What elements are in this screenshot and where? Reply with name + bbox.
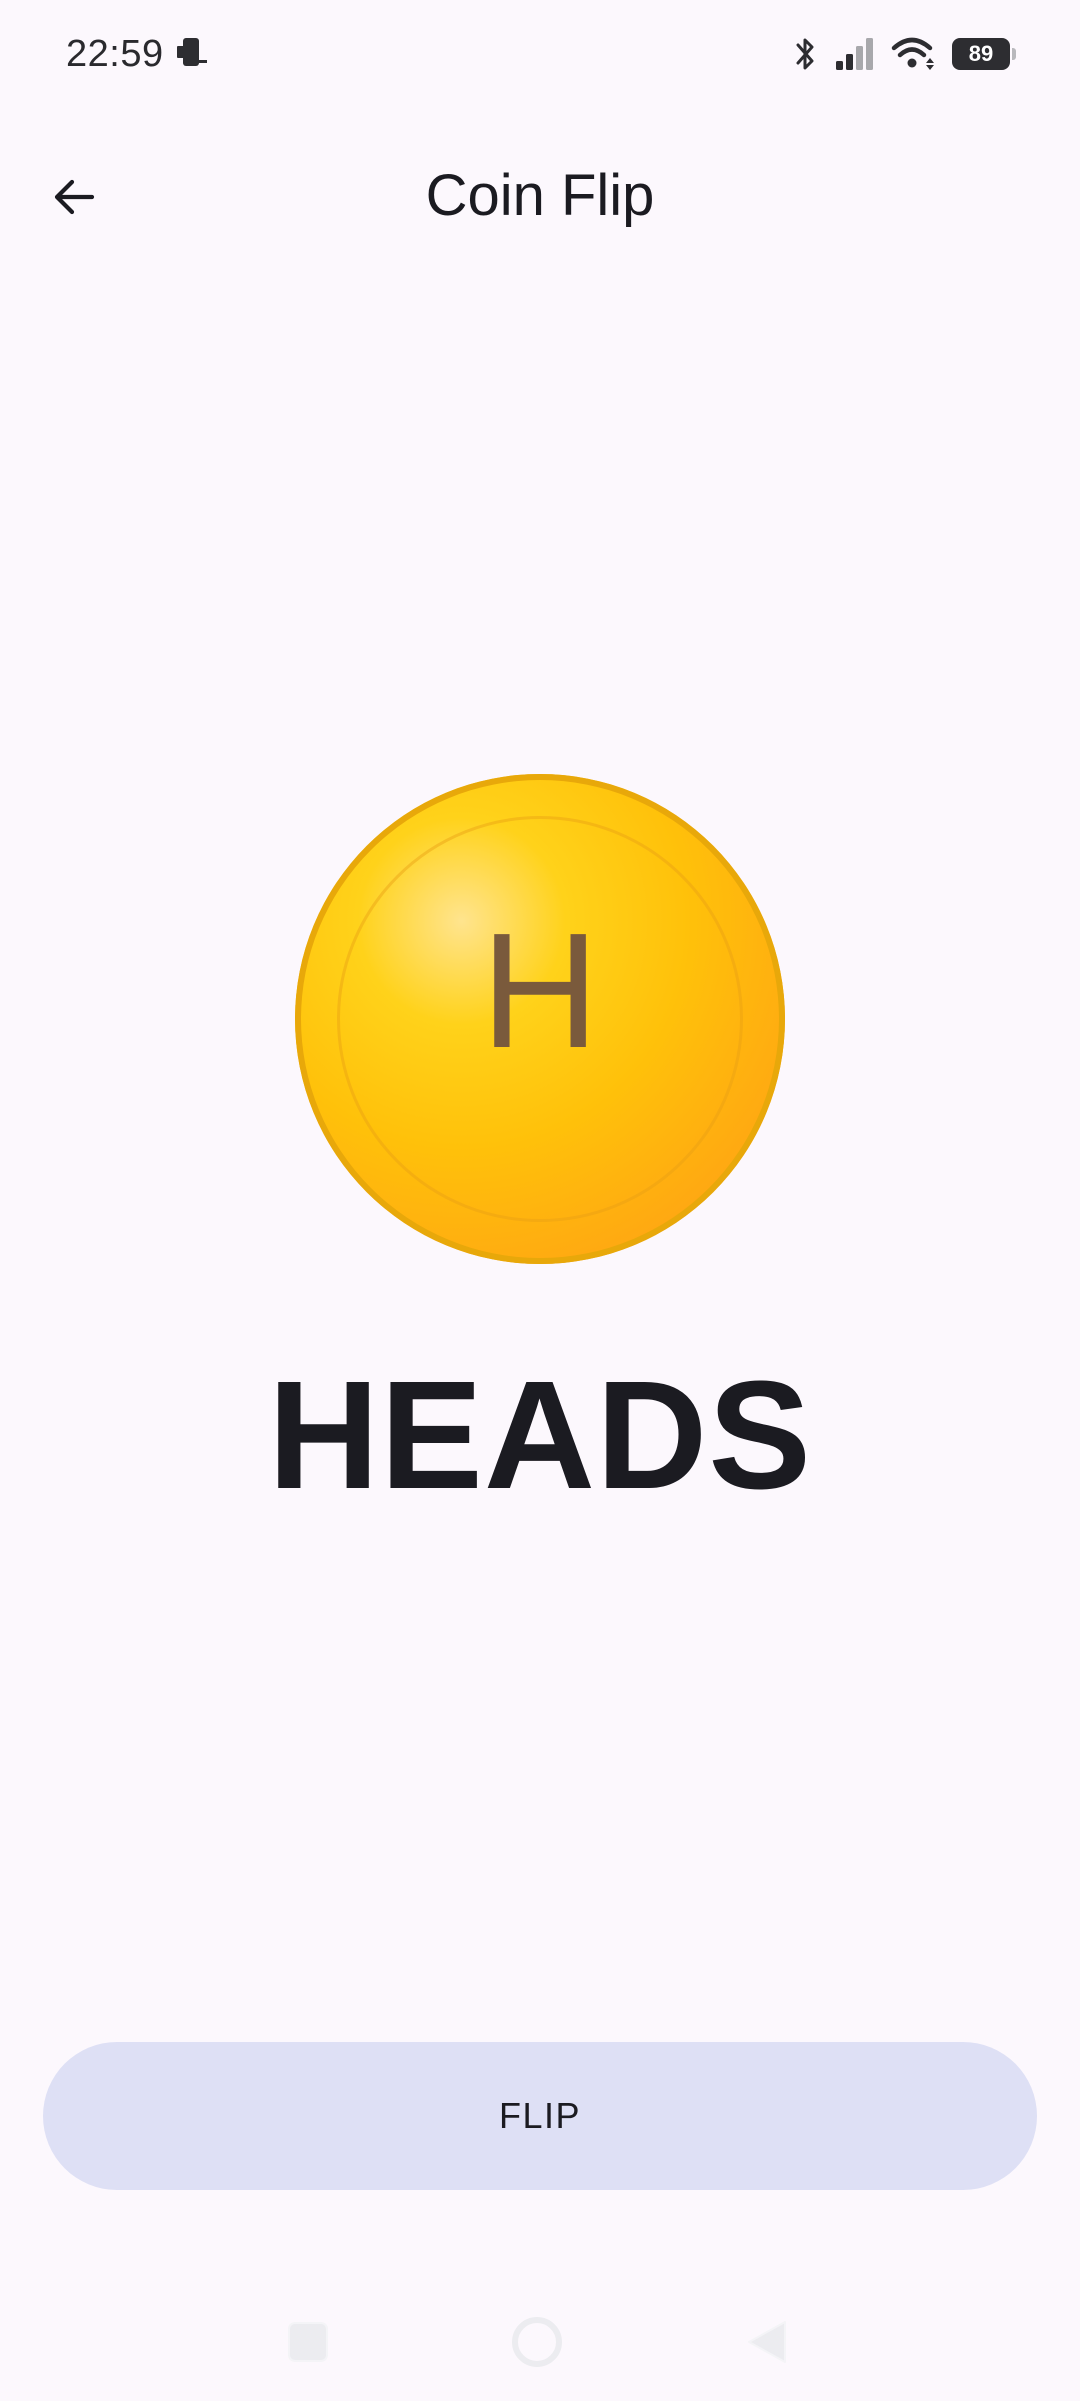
bluetooth-icon — [790, 35, 820, 73]
battery-icon: 89 — [952, 38, 1016, 70]
coin-face-letter: H — [480, 899, 600, 1082]
coin[interactable]: H — [295, 774, 785, 1264]
home-icon[interactable] — [507, 2312, 567, 2372]
status-time: 22:59 — [66, 33, 164, 75]
navigation-bar — [0, 2290, 1080, 2390]
app-bar: Coin Flip — [0, 120, 1080, 270]
flip-button[interactable]: FLIP — [43, 2042, 1037, 2190]
status-bar: 22:59 89 — [0, 0, 1080, 110]
signal-icon — [834, 37, 876, 71]
wifi-icon — [890, 36, 938, 72]
back-triangle-icon[interactable] — [737, 2312, 797, 2372]
status-icons: 89 — [790, 30, 1016, 78]
flip-result: HEADS — [267, 1349, 813, 1521]
recent-apps-icon[interactable] — [278, 2312, 338, 2372]
page-title: Coin Flip — [425, 163, 655, 228]
notification-icon — [174, 36, 210, 72]
